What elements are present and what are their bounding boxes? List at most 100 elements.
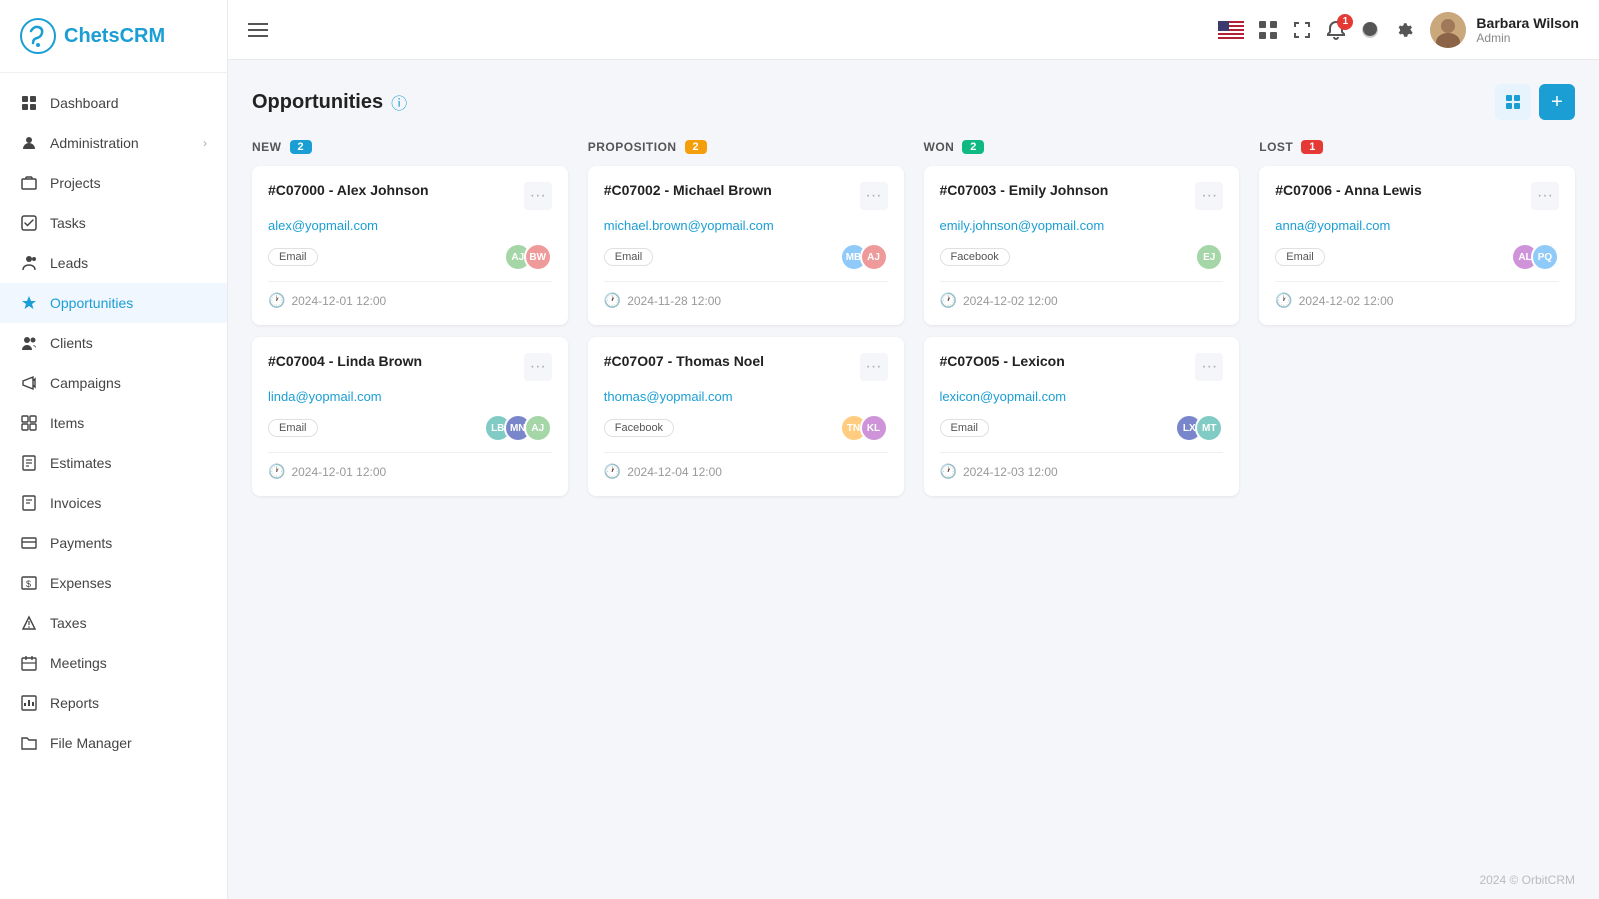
sidebar-item-meetings[interactable]: Meetings [0,643,227,683]
card-menu-button[interactable]: ··· [1195,353,1223,381]
sidebar-item-reports[interactable]: Reports [0,683,227,723]
column-badge-won: 2 [962,140,984,154]
leads-icon [20,254,38,272]
user-profile[interactable]: Barbara Wilson Admin [1430,12,1579,48]
file-manager-icon [20,734,38,752]
reports-icon [20,694,38,712]
card-menu-button[interactable]: ··· [524,182,552,210]
card-menu-button[interactable]: ··· [1531,182,1559,210]
hamburger-button[interactable] [248,22,268,38]
card-email[interactable]: lexicon@yopmail.com [940,389,1224,404]
user-role: Admin [1476,31,1579,45]
card-c07002[interactable]: #C07002 - Michael Brown ··· michael.brow… [588,166,904,325]
notifications-button[interactable]: 1 [1326,20,1346,40]
card-email[interactable]: linda@yopmail.com [268,389,552,404]
card-c07006[interactable]: #C07006 - Anna Lewis ··· anna@yopmail.co… [1259,166,1575,325]
card-tags-row: Email MB AJ [604,243,888,271]
sidebar-item-projects[interactable]: Projects [0,163,227,203]
taxes-icon [20,614,38,632]
card-date-row: 🕐 2024-12-03 12:00 [940,452,1224,480]
column-new: NEW 2 #C07000 - Alex Johnson ··· alex@yo… [252,140,568,508]
card-email[interactable]: anna@yopmail.com [1275,218,1559,233]
card-c07003[interactable]: #C07003 - Emily Johnson ··· emily.johnso… [924,166,1240,325]
sidebar-item-leads[interactable]: Leads [0,243,227,283]
sidebar-item-dashboard[interactable]: Dashboard [0,83,227,123]
administration-label: Administration [50,135,191,151]
card-date: 2024-12-02 12:00 [963,294,1058,308]
user-info: Barbara Wilson Admin [1476,15,1579,45]
sidebar-item-expenses[interactable]: $ Expenses [0,563,227,603]
card-c07000[interactable]: #C07000 - Alex Johnson ··· alex@yopmail.… [252,166,568,325]
card-tags-row: Email LX MT [940,414,1224,442]
card-email[interactable]: emily.johnson@yopmail.com [940,218,1224,233]
avatar: PQ [1531,243,1559,271]
card-email[interactable]: alex@yopmail.com [268,218,552,233]
card-avatars: LB MN AJ [484,414,552,442]
card-menu-button[interactable]: ··· [524,353,552,381]
column-header-won: WON 2 [924,140,1240,154]
sidebar-item-file-manager[interactable]: File Manager [0,723,227,763]
admin-arrow-icon: › [203,136,207,150]
card-menu-button[interactable]: ··· [1195,182,1223,210]
card-date: 2024-12-03 12:00 [963,465,1058,479]
tasks-label: Tasks [50,215,207,231]
clients-label: Clients [50,335,207,351]
card-date-row: 🕐 2024-12-01 12:00 [268,452,552,480]
card-date-row: 🕐 2024-12-02 12:00 [1275,281,1559,309]
payments-icon [20,534,38,552]
sidebar-item-items[interactable]: Items [0,403,227,443]
card-menu-button[interactable]: ··· [860,353,888,381]
app-name: ChetsCRM [64,25,165,48]
column-proposition: PROPOSITION 2 #C07002 - Michael Brown ··… [588,140,904,508]
sidebar-item-estimates[interactable]: Estimates [0,443,227,483]
card-tag: Email [1275,248,1325,266]
clients-icon [20,334,38,352]
card-c07004[interactable]: #C07004 - Linda Brown ··· linda@yopmail.… [252,337,568,496]
card-c07o07[interactable]: #C07O07 - Thomas Noel ··· thomas@yopmail… [588,337,904,496]
sidebar-item-taxes[interactable]: Taxes [0,603,227,643]
sidebar-item-opportunities[interactable]: Opportunities [0,283,227,323]
add-opportunity-button[interactable]: + [1539,84,1575,120]
card-date-row: 🕐 2024-11-28 12:00 [604,281,888,309]
clock-icon: 🕐 [268,463,285,480]
sidebar-item-tasks[interactable]: Tasks [0,203,227,243]
kanban-board: NEW 2 #C07000 - Alex Johnson ··· alex@yo… [252,140,1575,508]
logo[interactable]: ChetsCRM [0,0,227,73]
avatar: KL [860,414,888,442]
clock-icon: 🕐 [940,463,957,480]
card-title: #C07002 - Michael Brown [604,182,772,198]
fullscreen-button[interactable] [1292,20,1312,40]
card-date-row: 🕐 2024-12-02 12:00 [940,281,1224,309]
opportunities-icon [20,294,38,312]
grid-view-button[interactable] [1495,84,1531,120]
avatar: AJ [524,414,552,442]
sidebar-item-invoices[interactable]: Invoices [0,483,227,523]
card-c07o05[interactable]: #C07O05 - Lexicon ··· lexicon@yopmail.co… [924,337,1240,496]
language-selector[interactable] [1218,21,1244,39]
card-email[interactable]: michael.brown@yopmail.com [604,218,888,233]
top-header: 1 [228,0,1599,60]
items-icon [20,414,38,432]
avatar: BW [524,243,552,271]
main-area: 1 [228,0,1599,899]
meetings-label: Meetings [50,655,207,671]
dashboard-label: Dashboard [50,95,207,111]
avatar: EJ [1195,243,1223,271]
apps-button[interactable] [1258,20,1278,40]
sidebar-item-campaigns[interactable]: Campaigns [0,363,227,403]
sidebar-item-clients[interactable]: Clients [0,323,227,363]
settings-button[interactable] [1394,20,1414,40]
card-avatars: AL PQ [1511,243,1559,271]
card-email[interactable]: thomas@yopmail.com [604,389,888,404]
svg-text:$: $ [26,579,31,589]
card-tag: Email [268,248,318,266]
info-icon[interactable]: ⓘ [391,90,407,114]
sidebar-item-payments[interactable]: Payments [0,523,227,563]
dark-mode-button[interactable] [1360,20,1380,40]
card-avatars: MB AJ [840,243,888,271]
card-menu-button[interactable]: ··· [860,182,888,210]
sidebar-item-administration[interactable]: Administration › [0,123,227,163]
header-actions: + [1495,84,1575,120]
expenses-label: Expenses [50,575,207,591]
clock-icon: 🕐 [604,292,621,309]
